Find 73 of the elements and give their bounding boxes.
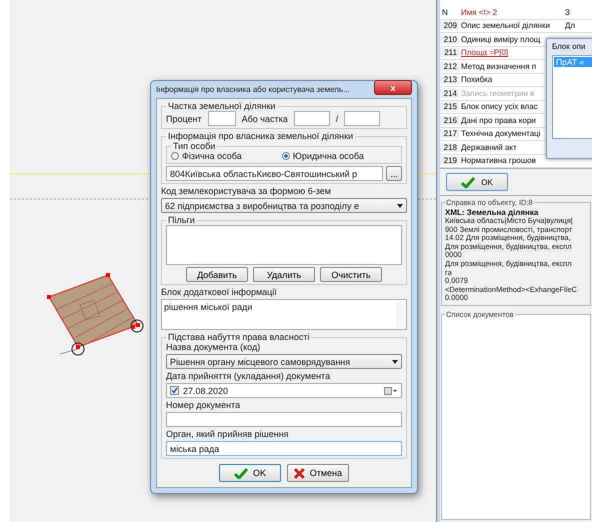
row-number: 219 bbox=[440, 156, 459, 166]
field-label: Дата прийняття (укладання) документа bbox=[166, 371, 332, 381]
radio-button[interactable] bbox=[282, 152, 290, 160]
action-button[interactable]: Очистить bbox=[320, 267, 382, 282]
calendar-icon[interactable] bbox=[384, 386, 398, 394]
input-field[interactable] bbox=[208, 111, 236, 126]
field-label: Код землекористувача за формою 6-зем bbox=[161, 186, 332, 196]
row-number: 213 bbox=[440, 75, 459, 84]
group-label: Підстава набуття права власності bbox=[167, 332, 310, 342]
close-button[interactable]: x bbox=[374, 80, 412, 95]
radio-option[interactable]: Фізична особа bbox=[171, 151, 242, 161]
row-number: 218 bbox=[440, 142, 459, 152]
row-number: 216 bbox=[440, 116, 459, 125]
field-label: Процент bbox=[166, 114, 202, 124]
dialog-title: Інформація про власника або користувача земель... bbox=[156, 85, 350, 94]
dialog-title: Блок опи bbox=[552, 41, 586, 53]
row-number: 210 bbox=[440, 34, 459, 44]
dropdown[interactable]: 62 підприємства з виробництва та розподілу е bbox=[161, 198, 407, 213]
date-field[interactable]: 27.08.2020 bbox=[166, 383, 402, 398]
radio-label: Фізична особа bbox=[182, 151, 242, 161]
table-cell-text: Запись геометрии в bbox=[460, 88, 536, 98]
radio-button[interactable] bbox=[171, 152, 179, 160]
table-cell-text: Похибка bbox=[460, 75, 494, 84]
check-icon bbox=[461, 176, 476, 188]
group-label: Частка земельної ділянки bbox=[167, 101, 276, 111]
group-label: Тип особи bbox=[172, 141, 216, 151]
browse-button[interactable]: ... bbox=[386, 166, 402, 181]
ok-button[interactable]: OK bbox=[219, 464, 281, 482]
column-header[interactable]: Имя <!> 2 bbox=[459, 8, 563, 17]
list-box[interactable] bbox=[166, 225, 402, 265]
row-number: 211 bbox=[440, 48, 459, 58]
parcel-drawing[interactable] bbox=[47, 273, 144, 356]
checkbox[interactable] bbox=[170, 386, 179, 395]
row-number: 217 bbox=[440, 129, 459, 138]
address-field[interactable]: 804Київська областьКиєво-Святошинський р bbox=[166, 166, 384, 181]
check-icon bbox=[234, 468, 248, 478]
row-number: 214 bbox=[440, 88, 459, 98]
group-label: Інформація про власника земельної ділянки bbox=[167, 131, 354, 141]
table-cell-text: Державний акт bbox=[460, 142, 518, 152]
row-number: 212 bbox=[440, 62, 459, 71]
field-label: Блок додаткової інформації bbox=[161, 287, 278, 297]
table-cell-text: Блок опису усіх влас bbox=[460, 102, 539, 112]
row-number: 215 bbox=[440, 102, 459, 112]
text-area[interactable]: рішення міської ради bbox=[161, 299, 407, 330]
dropdown[interactable]: Рішення органу місцевого самоврядування bbox=[166, 354, 402, 369]
group-label: Пільги bbox=[167, 215, 196, 225]
caret-icon bbox=[397, 204, 403, 208]
table-cell-text: Опис земельної ділянки bbox=[460, 21, 551, 30]
separator-label: / bbox=[336, 114, 338, 124]
column-header[interactable]: З bbox=[563, 8, 592, 17]
table-cell-text: Дл bbox=[564, 21, 576, 30]
table-cell-text: Технічна документаці bbox=[460, 129, 542, 138]
column-header[interactable]: N bbox=[440, 8, 459, 17]
field-label: Назва документа (код) bbox=[166, 342, 262, 352]
input-field[interactable] bbox=[344, 111, 380, 126]
info-heading: XML: Земельна ділянка bbox=[445, 208, 540, 217]
table-cell-text: Нормативна грошов bbox=[460, 156, 537, 166]
action-button[interactable]: Удалить bbox=[253, 267, 315, 282]
row-number: 209 bbox=[440, 21, 459, 30]
table-cell-text: Дані про права кори bbox=[460, 116, 537, 125]
input-field[interactable] bbox=[294, 111, 330, 126]
field-label: Або частка bbox=[242, 114, 288, 124]
input-field[interactable]: міська рада bbox=[166, 441, 402, 456]
caret-icon bbox=[392, 360, 398, 364]
input-field[interactable] bbox=[166, 412, 402, 427]
field-label: Номер документа bbox=[166, 400, 242, 410]
cancel-button[interactable]: Отмена bbox=[287, 464, 349, 482]
action-button[interactable]: Добавить bbox=[186, 267, 248, 282]
table-cell-text: Одиниці виміру площ bbox=[460, 34, 542, 44]
ok-button[interactable]: OK bbox=[446, 173, 508, 191]
field-label: Орган, який прийняв рішення bbox=[166, 429, 290, 439]
cross-icon bbox=[294, 468, 305, 478]
table-cell-text: Площа =P[0] bbox=[460, 48, 510, 58]
